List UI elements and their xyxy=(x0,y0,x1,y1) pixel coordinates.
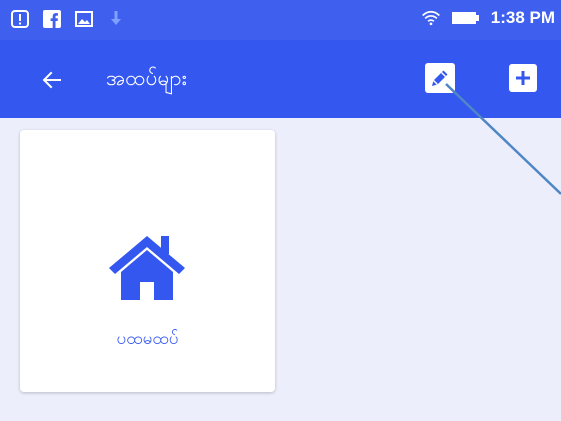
floor-card-label: ပထမထပ် xyxy=(116,329,179,349)
status-time: 1:38 PM xyxy=(490,8,555,27)
arrow-left-icon xyxy=(42,71,61,89)
facebook-icon xyxy=(42,9,62,29)
battery-icon xyxy=(451,8,481,28)
page-title: အထပ်များ xyxy=(106,66,187,90)
floor-card[interactable]: ပထမထပ် xyxy=(20,130,275,392)
add-button[interactable] xyxy=(509,64,537,92)
pencil-icon xyxy=(432,70,448,86)
plus-icon xyxy=(516,71,530,85)
wifi-icon xyxy=(421,8,441,28)
app-bar: အထပ်များ xyxy=(0,40,561,118)
edit-button[interactable] xyxy=(425,63,455,93)
status-bar: 1:38 PM xyxy=(0,0,561,40)
system-icons: 1:38 PM xyxy=(421,8,555,28)
image-icon xyxy=(74,9,94,29)
download-icon xyxy=(106,9,126,29)
alert-icon xyxy=(10,9,30,29)
back-button[interactable] xyxy=(34,62,70,98)
notification-icons xyxy=(10,9,126,29)
home-icon xyxy=(109,236,185,300)
